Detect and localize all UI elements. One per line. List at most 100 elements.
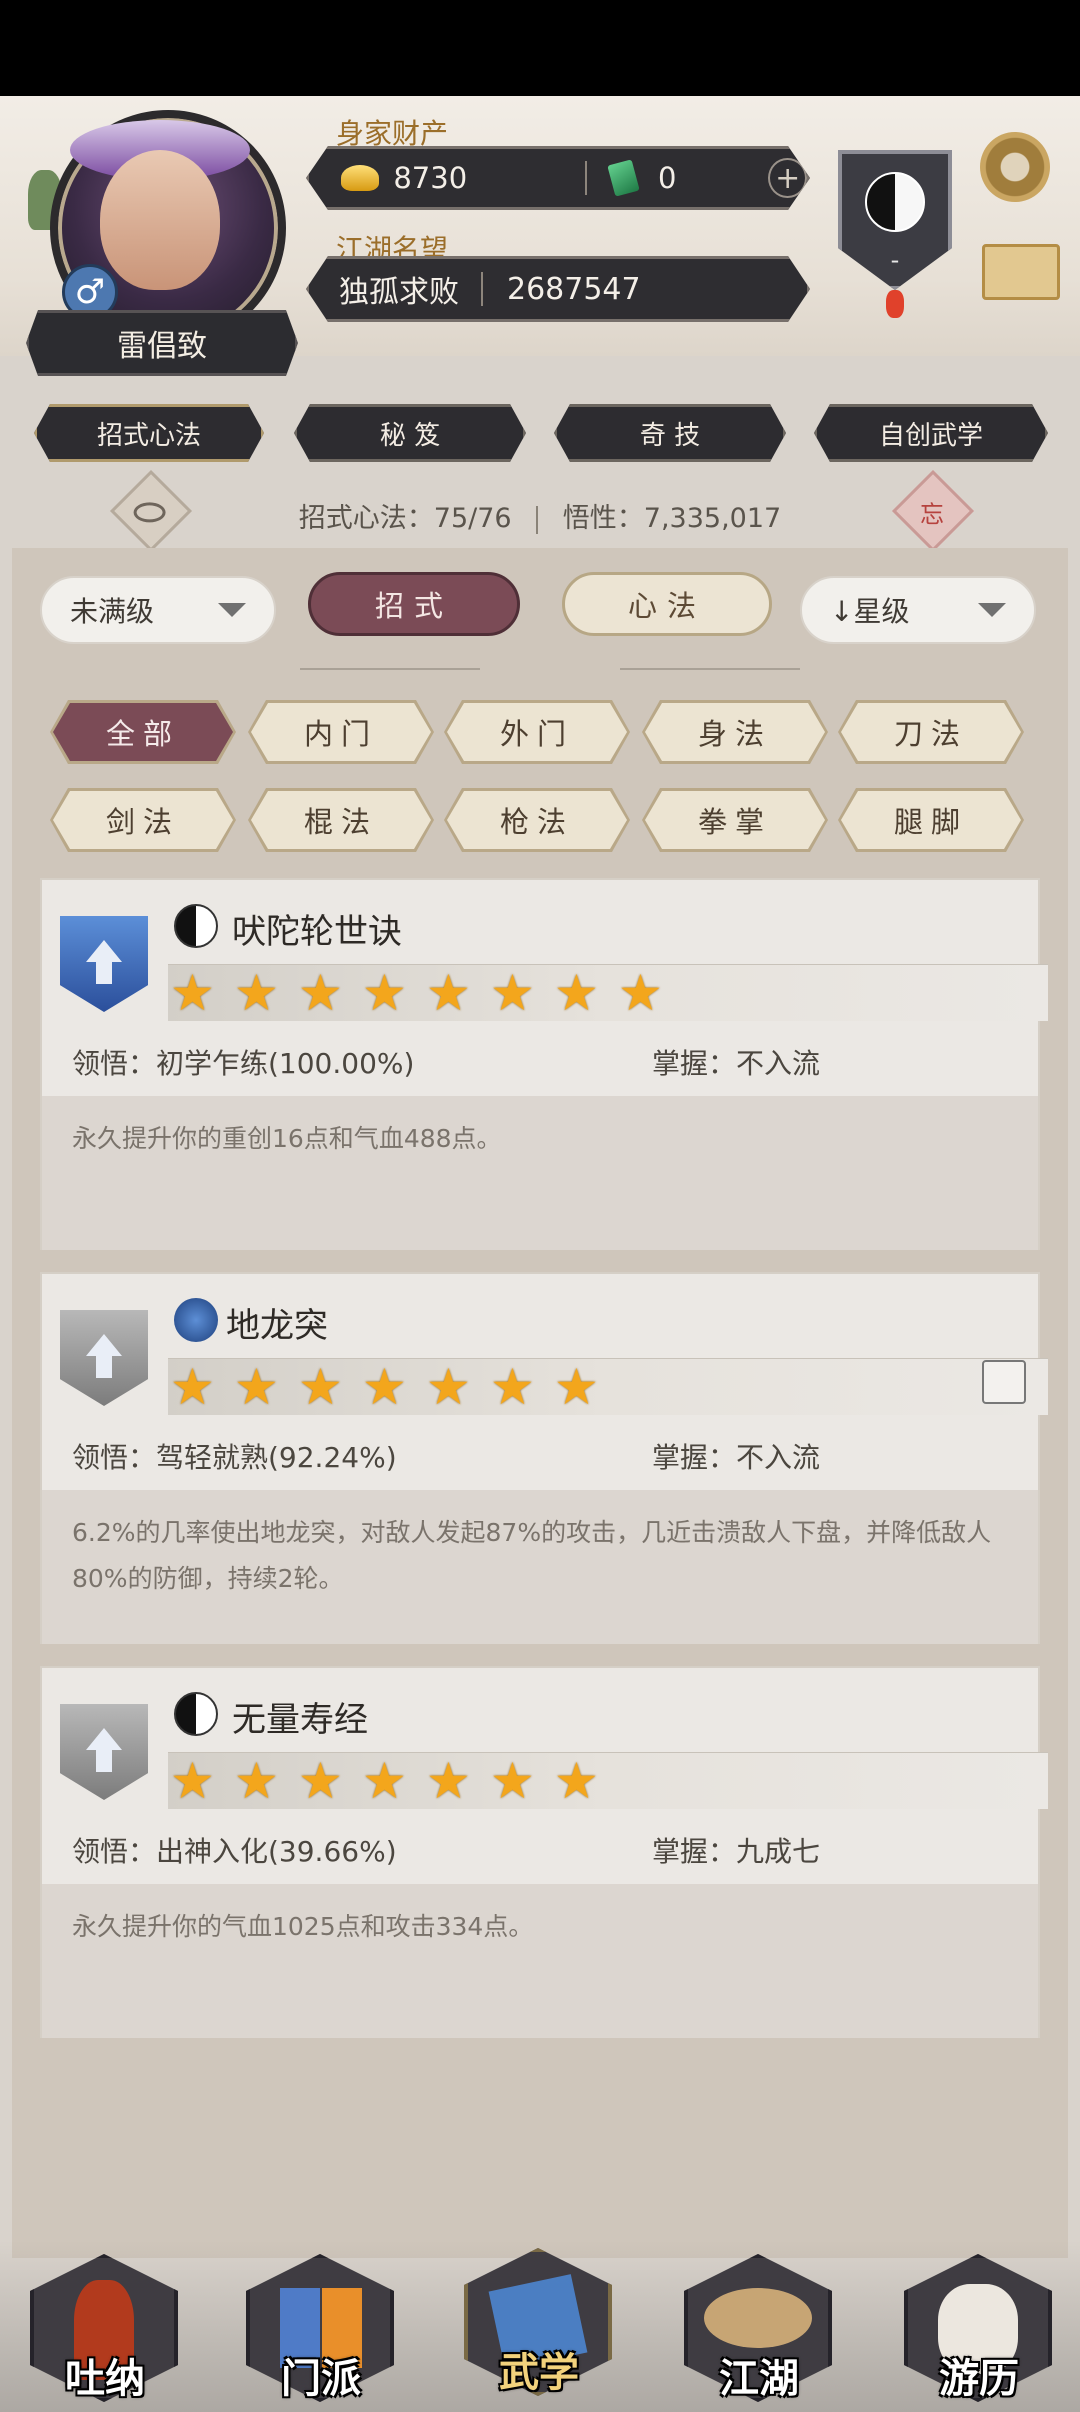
taiji-icon <box>174 1692 218 1736</box>
reputation-bar: 独孤求败 2687547 <box>306 256 810 322</box>
upgrade-badge-icon <box>60 916 148 1012</box>
star-icon: ★ <box>362 1358 407 1416</box>
gold-ingot-icon <box>341 165 379 191</box>
skill-insight: 领悟：初学乍练(100.00%) <box>72 1047 415 1080</box>
nav-travel[interactable]: 游历 <box>904 2244 1054 2404</box>
nav-jianghu[interactable]: 江湖 <box>684 2244 834 2404</box>
chevron-down-icon <box>978 603 1006 617</box>
star-icon: ★ <box>554 1358 599 1416</box>
skill-description-box: 6.2%的几率使出地龙突，对敌人发起87%的攻击，几近击溃敌人下盘，并降低敌人8… <box>42 1490 1038 1644</box>
skill-name: 吠陀轮世诀 <box>232 912 402 952</box>
star-icon: ★ <box>554 1752 599 1810</box>
category-staff[interactable]: 棍法 <box>248 788 434 852</box>
avatar-face <box>100 150 220 290</box>
gear-icon[interactable] <box>980 132 1050 202</box>
taiji-icon <box>865 172 925 232</box>
divider <box>536 505 539 534</box>
star-icon: ★ <box>490 964 535 1022</box>
ornament-line <box>620 668 800 670</box>
skill-description-box: 永久提升你的气血1025点和攻击334点。 <box>42 1884 1038 2038</box>
tab-secret-manual[interactable]: 秘 笈 <box>294 404 526 462</box>
insight-value: 悟性：7,335,017 <box>562 503 782 534</box>
star-icon: ★ <box>554 964 599 1022</box>
skill-mastery: 掌握：九成七 <box>652 1835 821 1868</box>
skill-name: 无量寿经 <box>232 1700 368 1740</box>
star-icon: ★ <box>426 964 471 1022</box>
sort-dropdown[interactable]: ↓星级 <box>800 576 1036 644</box>
skill-card[interactable]: 吠陀轮世诀 ★ ★ ★ ★ ★ ★ ★ ★ 领悟：初学乍练(100.00%) 掌握：不入流 永… <box>40 878 1048 1250</box>
star-icon: ★ <box>234 1358 279 1416</box>
skill-insight: 领悟：出神入化(39.66%) <box>72 1835 397 1868</box>
nav-breathing[interactable]: 吐纳 <box>30 2244 180 2404</box>
moves-count: 招式心法：75/76 <box>298 503 512 534</box>
sort-value: ↓星级 <box>830 595 910 628</box>
star-icon: ★ <box>298 1752 343 1810</box>
emblem-text: - <box>890 246 900 274</box>
skill-card[interactable]: 无量寿经 ★ ★ ★ ★ ★ ★ ★ 领悟：出神入化(39.66%) 掌握：九成七 永久提升… <box>40 1666 1048 2038</box>
skill-mastery: 掌握：不入流 <box>652 1047 821 1080</box>
star-rating: ★ ★ ★ ★ ★ ★ ★ ★ <box>168 964 1048 1021</box>
star-icon: ★ <box>298 1358 343 1416</box>
tab-special-skill[interactable]: 奇 技 <box>554 404 786 462</box>
category-outer[interactable]: 外门 <box>444 700 630 764</box>
category-footwork[interactable]: 身法 <box>642 700 828 764</box>
skill-insight: 领悟：驾轻就熟(92.24%) <box>72 1441 397 1474</box>
reputation-value: 2687547 <box>507 271 641 307</box>
category-fist[interactable]: 拳掌 <box>642 788 828 852</box>
category-inner[interactable]: 内门 <box>248 700 434 764</box>
category-spear[interactable]: 枪法 <box>444 788 630 852</box>
taiji-icon <box>174 904 218 948</box>
star-rating: ★ ★ ★ ★ ★ ★ ★ <box>168 1752 1048 1809</box>
divider <box>481 272 483 306</box>
gold-amount: 8730 <box>393 161 468 195</box>
star-icon: ★ <box>170 964 215 1022</box>
currency-bar: 8730 0 + <box>306 146 810 210</box>
ornament-line <box>300 668 480 670</box>
category-all[interactable]: 全部 <box>50 700 236 764</box>
star-rating: ★ ★ ★ ★ ★ ★ ★ <box>168 1358 1048 1415</box>
skill-mastery: 掌握：不入流 <box>652 1441 821 1474</box>
chevron-down-icon <box>218 603 246 617</box>
star-icon: ★ <box>362 964 407 1022</box>
jade-icon <box>607 159 639 196</box>
star-icon: ★ <box>170 1358 215 1416</box>
star-icon: ★ <box>426 1752 471 1810</box>
upgrade-badge-icon <box>60 1310 148 1406</box>
status-bar <box>0 0 1080 96</box>
tab-heart-method[interactable]: 心法 <box>562 572 772 636</box>
star-icon: ★ <box>170 1752 215 1810</box>
tab-moves[interactable]: 招式 <box>308 572 520 636</box>
nav-sect[interactable]: 门派 <box>246 2244 396 2404</box>
level-filter-value: 未满级 <box>70 595 155 628</box>
player-name: 雷倡致 <box>26 310 298 376</box>
category-sword[interactable]: 剑法 <box>50 788 236 852</box>
level-filter-dropdown[interactable]: 未满级 <box>40 576 276 644</box>
star-icon: ★ <box>234 964 279 1022</box>
skill-description-box: 永久提升你的重创16点和气血488点。 <box>42 1096 1038 1250</box>
skill-description: 永久提升你的气血1025点和攻击334点。 <box>72 1912 534 1941</box>
skill-name: 地龙突 <box>226 1306 328 1346</box>
star-icon: ★ <box>234 1752 279 1810</box>
category-blade[interactable]: 刀法 <box>838 700 1024 764</box>
category-kick[interactable]: 腿脚 <box>838 788 1024 852</box>
stats-summary: 招式心法：75/76 悟性：7,335,017 <box>0 496 1080 535</box>
emblem-tassel <box>886 290 904 318</box>
mail-icon[interactable] <box>982 244 1060 300</box>
star-icon: ★ <box>618 964 663 1022</box>
star-icon: ★ <box>426 1358 471 1416</box>
nav-martial-arts[interactable]: 武学 <box>464 2238 614 2398</box>
upgrade-badge-icon <box>60 1704 148 1800</box>
skill-detail-icon[interactable] <box>982 1360 1026 1404</box>
reputation-title: 独孤求败 <box>339 275 459 310</box>
tab-self-created[interactable]: 自创武学 <box>814 404 1048 462</box>
blade-type-icon <box>174 1298 218 1342</box>
star-icon: ★ <box>362 1752 407 1810</box>
tab-moves-heart[interactable]: 招式心法 <box>34 404 264 462</box>
skill-description: 6.2%的几率使出地龙突，对敌人发起87%的攻击，几近击溃敌人下盘，并降低敌人8… <box>72 1518 992 1593</box>
skill-card[interactable]: 地龙突 ★ ★ ★ ★ ★ ★ ★ 领悟：驾轻就熟(92.24%) 掌握：不入流 6.2%的… <box>40 1272 1048 1644</box>
star-icon: ★ <box>298 964 343 1022</box>
skill-description: 永久提升你的重创16点和气血488点。 <box>72 1124 502 1153</box>
star-icon: ★ <box>490 1358 535 1416</box>
divider <box>585 161 587 195</box>
jade-amount: 0 <box>658 161 677 195</box>
